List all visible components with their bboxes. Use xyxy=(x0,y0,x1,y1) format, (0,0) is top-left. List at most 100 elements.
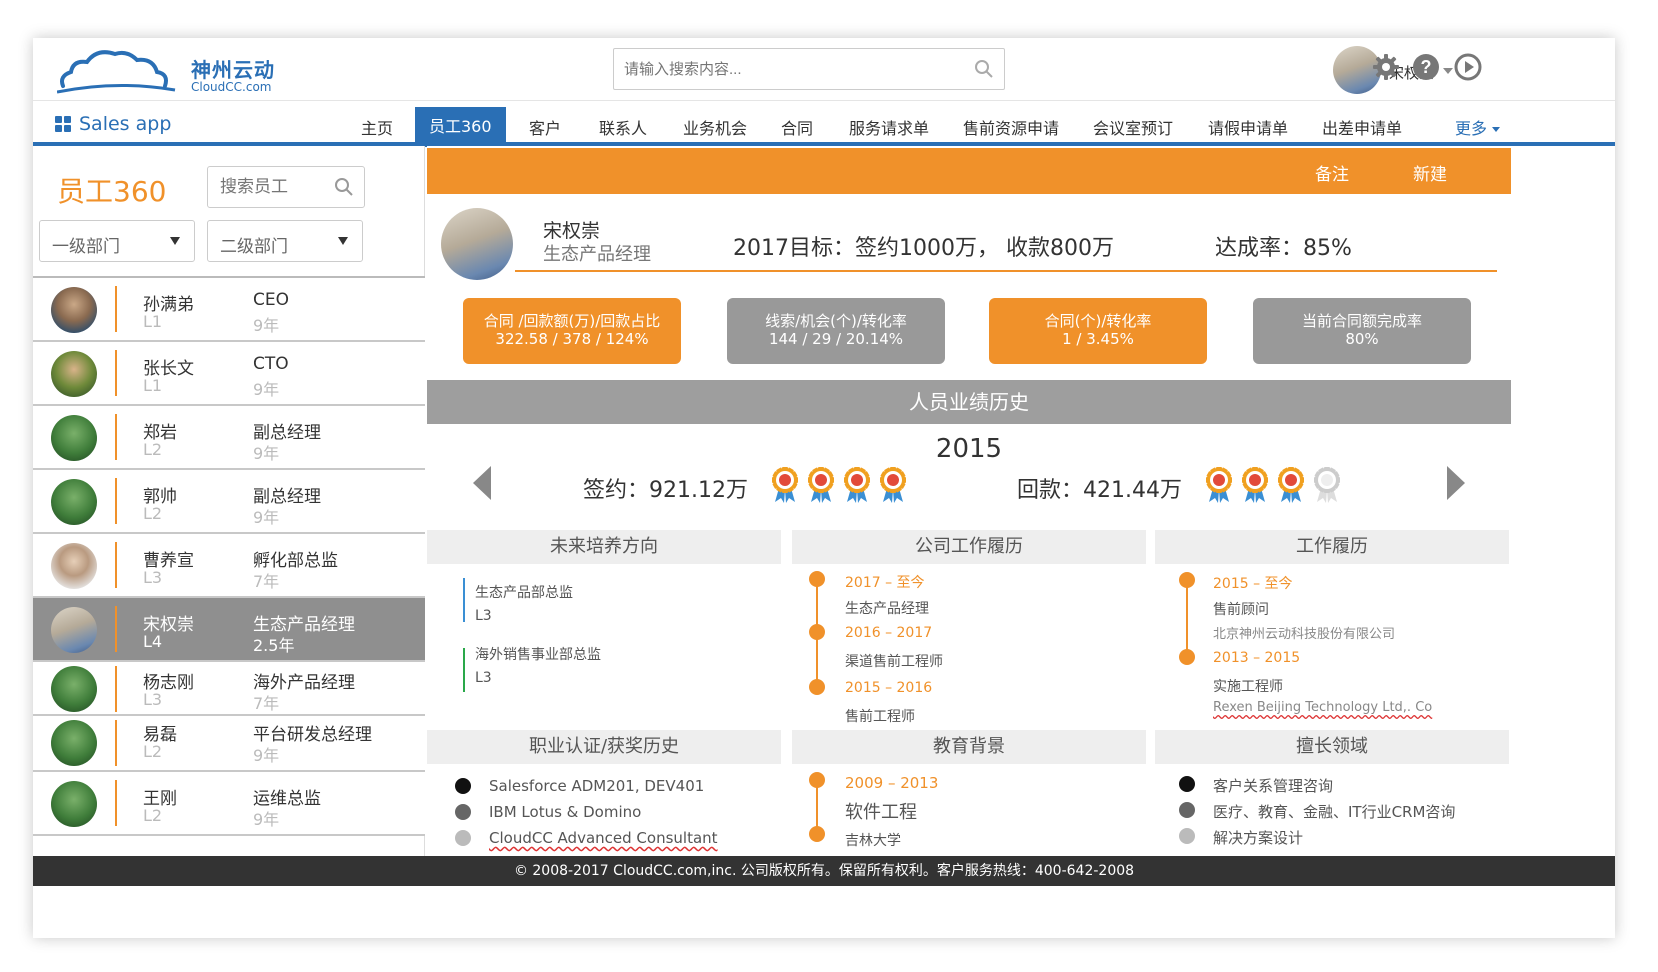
kpi-completion-rate[interactable]: 当前合同额完成率 80% xyxy=(1253,298,1471,364)
timeline-role: 售前工程师 xyxy=(845,709,915,725)
tab-travel-requests[interactable]: 出差申请单 xyxy=(1322,115,1402,139)
timeline-role: 生态产品经理 xyxy=(845,601,929,617)
divider xyxy=(115,606,117,652)
list-item[interactable]: 孙满弟 L1 CEO 9年 xyxy=(33,278,425,342)
timeline-dot xyxy=(809,571,825,587)
divider xyxy=(115,780,117,826)
apps-grid-icon xyxy=(55,116,71,132)
timeline-dot xyxy=(809,772,825,788)
employee-years: 2.5年 xyxy=(253,636,295,655)
play-icon[interactable] xyxy=(1453,52,1483,82)
list-item[interactable]: 杨志刚 L3 海外产品经理 7年 xyxy=(33,662,425,716)
search-icon[interactable] xyxy=(334,177,354,197)
timeline-period: 2015 – 2016 xyxy=(845,680,933,696)
kpi-value: 144 / 29 / 20.14% xyxy=(768,330,904,348)
employee-years: 9年 xyxy=(253,746,280,765)
profile-divider xyxy=(515,270,1497,272)
search-icon[interactable] xyxy=(974,59,994,79)
kpi-contract-payment[interactable]: 合同 /回款额(万)/回款占比 322.58 / 378 / 124% xyxy=(463,298,681,364)
list-item[interactable]: 易磊 L2 平台研发总经理 9年 xyxy=(33,716,425,772)
employee-detail: 备注 新建 宋权崇 生态产品经理 2017目标：签约1000万， 收款800万 … xyxy=(427,146,1615,856)
tab-home[interactable]: 主页 xyxy=(361,115,393,139)
tab-opportunities[interactable]: 业务机会 xyxy=(683,115,747,139)
employee-search-input[interactable] xyxy=(220,167,330,207)
help-icon[interactable]: ? xyxy=(1411,52,1441,82)
avatar xyxy=(51,666,97,712)
dept2-dropdown[interactable]: 二级部门 xyxy=(207,220,363,262)
dept1-dropdown[interactable]: 一级部门 xyxy=(39,220,195,262)
employee-years: 9年 xyxy=(253,810,280,829)
divider xyxy=(115,542,117,588)
bullet-dot xyxy=(1179,828,1195,844)
prev-arrow-icon[interactable] xyxy=(473,466,491,500)
list-item-selected[interactable]: 宋权崇 L4 生态产品经理 2.5年 xyxy=(33,598,425,662)
kpi-value: 80% xyxy=(1345,330,1379,348)
avatar xyxy=(51,287,97,333)
divider xyxy=(115,666,117,712)
tab-more[interactable]: 更多 xyxy=(1455,115,1501,139)
avatar xyxy=(51,781,97,827)
sign-amount: 签约：921.12万 xyxy=(583,478,748,503)
employee-level: L2 xyxy=(143,806,163,825)
list-item[interactable]: 王刚 L2 运维总监 9年 xyxy=(33,772,425,836)
list-item[interactable]: 张长文 L1 CTO 9年 xyxy=(33,342,425,406)
medal-empty-icon xyxy=(1314,467,1340,503)
tab-accounts[interactable]: 客户 xyxy=(529,115,561,139)
kpi-leads-conversion[interactable]: 线索/机会(个)/转化率 144 / 29 / 20.14% xyxy=(727,298,945,364)
future-heading: 未来培养方向 xyxy=(427,530,781,564)
tab-employee360[interactable]: 员工360 xyxy=(415,107,506,147)
sign-medals xyxy=(769,464,909,504)
footer-copyright: © 2008-2017 CloudCC.com,inc. 公司版权所有。保留所有… xyxy=(33,856,1615,886)
employee-level: L1 xyxy=(143,376,163,395)
divider xyxy=(115,414,117,460)
employee-level: L4 xyxy=(143,632,163,651)
employee-level: L1 xyxy=(143,312,163,331)
kpi-contract-conversion[interactable]: 合同(个)/转化率 1 / 3.45% xyxy=(989,298,1207,364)
global-search[interactable] xyxy=(613,48,1005,90)
timeline-period: 2016 – 2017 xyxy=(845,625,933,641)
bullet-dot xyxy=(1179,776,1195,792)
gear-icon[interactable] xyxy=(1371,52,1401,82)
note-button[interactable]: 备注 xyxy=(1315,160,1349,185)
tab-contracts[interactable]: 合同 xyxy=(781,115,813,139)
kpi-value: 1 / 3.45% xyxy=(1062,330,1134,348)
logo-cn: 神州云动 xyxy=(191,58,275,82)
history-year: 2015 xyxy=(935,434,1003,464)
tab-service-requests[interactable]: 服务请求单 xyxy=(849,115,929,139)
divider xyxy=(115,286,117,332)
new-button[interactable]: 新建 xyxy=(1413,160,1447,185)
future-level: L3 xyxy=(475,608,492,624)
timeline-line xyxy=(1186,578,1188,658)
global-search-input[interactable] xyxy=(624,49,964,89)
tab-more-label: 更多 xyxy=(1455,119,1488,138)
kpi-label: 合同(个)/转化率 xyxy=(1044,312,1152,330)
medal-icon xyxy=(808,467,834,503)
logo[interactable]: 神州云动 CloudCC.com xyxy=(57,46,277,96)
expertise-heading: 擅长领域 xyxy=(1155,730,1509,764)
chevron-down-icon xyxy=(1492,127,1501,132)
future-title: 生态产品部总监 xyxy=(475,585,573,601)
divider xyxy=(115,478,117,524)
employee-level: L3 xyxy=(143,690,163,709)
tab-contacts[interactable]: 联系人 xyxy=(599,115,647,139)
tab-presales-requests[interactable]: 售前资源申请 xyxy=(963,115,1059,139)
annual-goal: 2017目标：签约1000万， 收款800万 xyxy=(733,236,1114,261)
employee-years: 9年 xyxy=(253,508,280,527)
employee-years: 9年 xyxy=(253,316,280,335)
timeline-dot xyxy=(1179,649,1195,665)
kpi-value: 322.58 / 378 / 124% xyxy=(495,330,649,348)
employee-search[interactable] xyxy=(207,166,365,208)
work-history-heading: 工作履历 xyxy=(1155,530,1509,564)
history-heading: 人员业绩历史 xyxy=(427,380,1511,424)
list-item[interactable]: 郭帅 L2 副总经理 9年 xyxy=(33,470,425,534)
medal-icon xyxy=(844,467,870,503)
expertise-item: 解决方案设计 xyxy=(1213,829,1304,847)
chevron-down-icon xyxy=(1443,68,1453,74)
tab-leave-requests[interactable]: 请假申请单 xyxy=(1208,115,1288,139)
next-arrow-icon[interactable] xyxy=(1447,466,1465,500)
avatar xyxy=(51,543,97,589)
list-item[interactable]: 郑岩 L2 副总经理 9年 xyxy=(33,406,425,470)
list-item[interactable]: 曹养宣 L3 孵化部总监 7年 xyxy=(33,534,425,598)
tab-meeting-rooms[interactable]: 会议室预订 xyxy=(1093,115,1173,139)
app-switcher[interactable]: Sales app xyxy=(55,107,171,141)
